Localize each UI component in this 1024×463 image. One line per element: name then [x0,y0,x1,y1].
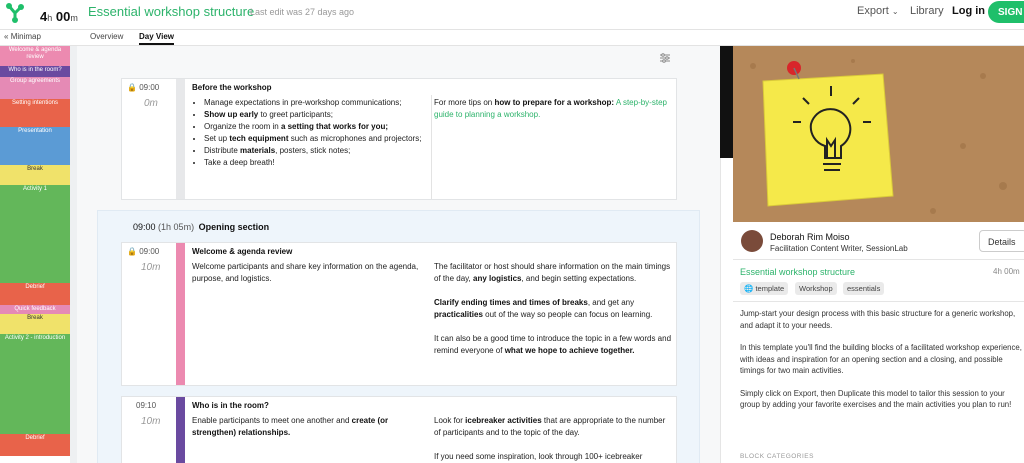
minimap-block[interactable]: Activity 2 - introduction [0,334,70,434]
chevron-down-icon: ⌄ [891,7,899,16]
day-view-timeline: 🔒 09:00 0m Before the workshop Manage ex… [77,46,720,463]
last-edit-text: Last edit was 27 days ago [250,7,355,17]
template-info-panel: Deborah Rim Moiso Facilitation Content W… [733,46,1024,463]
author-name[interactable]: Deborah Rim Moiso [770,232,850,242]
block-welcome-agenda[interactable]: 🔒 09:00 10m Welcome & agenda review Welc… [121,242,677,386]
minimap-block[interactable]: Quick feedback [0,305,70,314]
minimap-scroll-gutter[interactable] [70,46,77,463]
details-button[interactable]: Details [979,230,1024,252]
minimap-block[interactable]: Activity 1 [0,185,70,283]
session-title[interactable]: Essential workshop structure [88,4,254,19]
bullet-list: Manage expectations in pre-workshop comm… [192,97,432,169]
login-link[interactable]: Log in [952,5,985,17]
block-categories-heading: BLOCK CATEGORIES [740,453,814,460]
block-description: Welcome participants and share key infor… [192,262,419,283]
minimap: Welcome & agenda review Who is in the roo… [0,46,70,463]
block-description: Manage expectations in pre-workshop comm… [192,97,432,169]
block-color-bar [176,243,185,385]
minimap-block[interactable]: Setting intentions [0,99,70,127]
block-time: 🔒 09:00 [127,83,160,92]
block-notes: For more tips on how to prepare for a wo… [434,98,667,119]
panel-description: Jump-start your design process with this… [740,309,1022,409]
author-avatar [741,230,763,252]
lock-icon: 🔒 [127,83,137,92]
tab-day-view[interactable]: Day View [139,32,174,45]
block-who-is-in-room[interactable]: 09:10 10m Who is in the room? Enable par… [121,396,677,463]
block-before-workshop[interactable]: 🔒 09:00 0m Before the workshop Manage ex… [121,78,677,200]
tag-template[interactable]: 🌐 template [740,282,789,295]
bullet-item: Distribute materials, posters, stick not… [204,145,432,157]
globe-icon: 🌐 [744,284,754,293]
block-color-bar [176,397,185,463]
column-divider [431,95,432,199]
block-duration: 10m [141,262,161,273]
minimap-block[interactable]: Debrief [0,283,70,305]
bullet-item: Manage expectations in pre-workshop comm… [204,97,432,109]
minimap-toggle[interactable]: « Minimap [4,32,41,41]
divider [733,301,1024,302]
library-link[interactable]: Library [910,5,944,17]
minimap-block[interactable]: Presentation [0,127,70,165]
minimap-block[interactable]: Who is in the room? [0,66,70,77]
total-duration: 4h 00m [40,9,78,24]
author-role: Facilitation Content Writer, SessionLab [770,244,908,253]
tag-essentials[interactable]: essentials [843,282,885,295]
sessionlab-logo-icon[interactable] [4,2,26,24]
lightbulb-sticky-note-image [733,46,1024,222]
bullet-item: Take a deep breath! [204,157,432,169]
block-title: Who is in the room? [192,401,269,410]
section-header[interactable]: 09:00 (1h 05m) Opening section [133,222,269,232]
block-time: 🔒 09:00 [127,247,160,256]
block-title: Welcome & agenda review [192,247,293,256]
signup-button[interactable]: SIGN U [988,1,1024,23]
view-tabs: « Minimap Overview Day View [0,30,1024,46]
export-label: Export [857,5,889,17]
block-duration: 0m [144,98,158,109]
minimap-block[interactable]: Group agreements [0,77,70,99]
block-description: Enable participants to meet one another … [192,416,389,437]
tab-overview[interactable]: Overview [90,32,123,41]
minimap-block[interactable]: Break [0,165,70,185]
block-time: 09:10 [136,401,157,410]
divider [733,259,1024,260]
block-notes: Look for icebreaker activities that are … [434,416,666,461]
export-menu-button[interactable]: Export ⌄ [857,5,899,17]
bullet-item: Show up early to greet participants; [204,109,432,121]
block-duration: 10m [141,416,161,427]
minimap-block[interactable]: Welcome & agenda review [0,46,70,66]
bullet-item: Set up tech equipment such as microphone… [204,133,432,145]
panel-template-title: Essential workshop structure [740,267,856,277]
minimap-label: Minimap [10,32,41,41]
lock-icon: 🔒 [127,247,137,256]
settings-sliders-icon[interactable] [659,52,671,64]
minimap-block[interactable]: Break [0,314,70,334]
template-cover-image [733,46,1024,222]
block-title: Before the workshop [192,83,272,92]
tag-workshop[interactable]: Workshop [795,282,837,295]
bullet-item: Organize the room in a setting that work… [204,121,432,133]
app-root: 4h 00m Essential workshop structure Last… [0,0,1024,463]
panel-gutter [720,158,733,463]
panel-divider-dark [720,46,733,158]
block-color-bar [176,79,185,199]
panel-duration: 4h 00m [993,267,1020,276]
top-header: 4h 00m Essential workshop structure Last… [0,0,1024,30]
block-notes: The facilitator or host should share inf… [434,262,672,355]
minimap-block[interactable]: Debrief [0,434,70,456]
collapse-chevrons-icon: « [4,32,9,41]
